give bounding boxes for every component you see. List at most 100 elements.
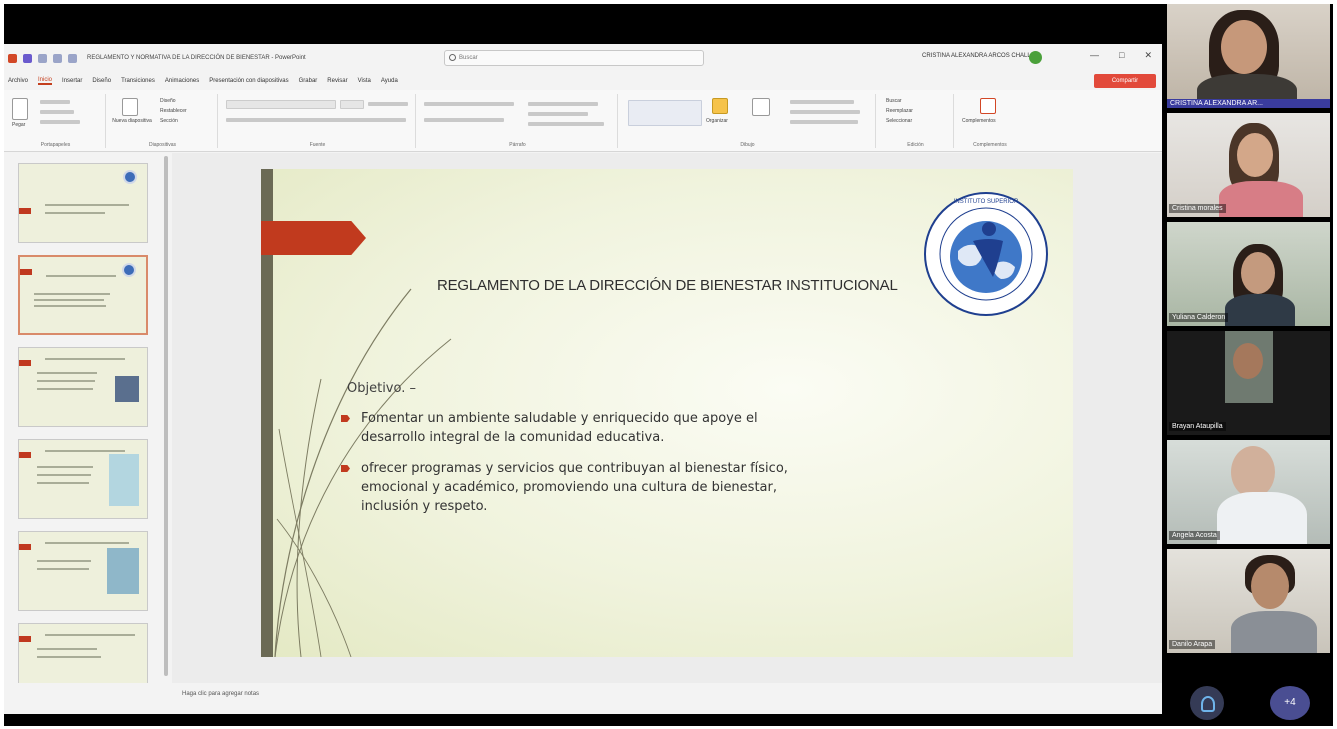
slide-thumbnail-2[interactable] (18, 255, 148, 335)
video-tile[interactable]: Danilo Arapa (1167, 549, 1330, 653)
participant-body (1219, 181, 1303, 217)
new-slide-icon[interactable] (122, 98, 138, 116)
group-label-drawing: Dibujo (740, 142, 755, 148)
layout-button[interactable]: Diseño (160, 98, 176, 104)
align-buttons[interactable] (424, 118, 504, 122)
font-family-select[interactable] (226, 100, 336, 109)
quick-access-toolbar (4, 53, 77, 63)
text-direction-button[interactable] (528, 102, 598, 106)
bullet-arrow-icon (341, 415, 350, 422)
tab-transiciones[interactable]: Transiciones (121, 78, 155, 84)
addins-label: Complementos (962, 118, 996, 124)
thumbnail-text (45, 204, 129, 206)
bullet-item[interactable]: ofrecer programas y servicios que contri… (341, 459, 811, 516)
thumbnail-text (37, 656, 101, 658)
tab-vista[interactable]: Vista (358, 78, 371, 84)
find-button[interactable]: Buscar (886, 98, 902, 104)
font-size-select[interactable] (340, 100, 364, 109)
select-button[interactable]: Seleccionar (886, 118, 912, 124)
tab-ayuda[interactable]: Ayuda (381, 78, 398, 84)
screen-frame: REGLAMENTO Y NORMATIVA DE LA DIRECCIÓN D… (4, 4, 1333, 726)
convert-smartart-button[interactable] (528, 122, 604, 126)
search-input[interactable]: Buscar (444, 50, 704, 66)
bullet-item[interactable]: Fomentar un ambiente saludable y enrique… (341, 409, 811, 447)
group-label-addins: Complementos (973, 142, 1007, 148)
slide-thumbnail-1[interactable] (18, 163, 148, 243)
ribbon-group-slides: Nueva diapositiva Diseño Restablecer Sec… (108, 94, 218, 148)
font-size-buttons[interactable] (368, 102, 408, 106)
format-painter-button[interactable] (40, 120, 80, 124)
slide-title-flag (261, 221, 366, 255)
thumbnail-logo (123, 170, 137, 184)
quick-styles-icon[interactable] (752, 98, 770, 116)
paste-label: Pegar (12, 122, 26, 128)
thumbnails-scrollbar[interactable] (164, 156, 168, 676)
save-icon[interactable] (23, 53, 32, 63)
arrange-icon[interactable] (712, 98, 728, 114)
participant-name: Danilo Arapa (1169, 640, 1216, 649)
video-tile[interactable]: Yuliana Calderon (1167, 222, 1330, 326)
participant-name: Cristina morales (1169, 204, 1226, 213)
search-placeholder: Buscar (459, 55, 478, 61)
shape-outline-button[interactable] (790, 110, 860, 114)
video-tile[interactable]: Brayan Ataupilla (1167, 331, 1330, 435)
participant-name: Angela Acosta (1169, 531, 1220, 540)
slide-canvas[interactable]: REGLAMENTO DE LA DIRECCIÓN DE BIENESTAR … (261, 169, 1073, 657)
slide-thumbnail-5[interactable] (18, 531, 148, 611)
video-tile[interactable]: Angela Acosta (1167, 440, 1330, 544)
slide-thumbnail-6[interactable] (18, 623, 148, 683)
thumbnail-text (37, 380, 95, 382)
close-button[interactable]: ✕ (1144, 50, 1152, 61)
thumbnail-flag (19, 452, 31, 458)
thumbnail-image (107, 548, 139, 594)
reset-button[interactable]: Restablecer (160, 108, 187, 114)
cut-button[interactable] (40, 100, 70, 104)
thumbnail-text (37, 388, 93, 390)
tab-archivo[interactable]: Archivo (8, 78, 28, 84)
bullet-arrow-icon (341, 465, 350, 472)
tab-grabar[interactable]: Grabar (299, 78, 318, 84)
participant-face (1231, 446, 1275, 498)
slide-thumbnail-3[interactable] (18, 347, 148, 427)
slide-title[interactable]: REGLAMENTO DE LA DIRECCIÓN DE BIENESTAR … (437, 277, 898, 294)
font-style-buttons[interactable] (226, 118, 406, 122)
tab-insertar[interactable]: Insertar (62, 78, 82, 84)
notes-pane[interactable]: Haga clic para agregar notas (4, 683, 1162, 714)
shapes-gallery[interactable] (628, 100, 702, 126)
customize-toolbar-icon[interactable] (68, 53, 77, 63)
share-button[interactable]: Compartir (1094, 74, 1156, 88)
replace-button[interactable]: Reemplazar (886, 108, 913, 114)
thumbnail-text (37, 560, 91, 562)
paste-icon[interactable] (12, 98, 28, 120)
tab-revisar[interactable]: Revisar (327, 78, 347, 84)
redo-icon[interactable] (53, 53, 62, 63)
tab-presentacion[interactable]: Presentación con diapositivas (209, 78, 288, 84)
group-label-clipboard: Portapapeles (40, 142, 71, 148)
align-text-button[interactable] (528, 112, 588, 116)
tab-diseno[interactable]: Diseño (92, 78, 111, 84)
shape-effects-button[interactable] (790, 120, 858, 124)
ribbon-group-drawing: Organizar Dibujo (620, 94, 876, 148)
thumbnail-text (46, 275, 116, 277)
shape-fill-button[interactable] (790, 100, 854, 104)
thumbnail-logo (122, 263, 136, 277)
copy-button[interactable] (40, 110, 74, 114)
participant-face (1241, 252, 1275, 294)
tab-inicio[interactable]: Inicio (38, 77, 53, 85)
objective-label[interactable]: Objetivo. – (347, 381, 416, 396)
addins-icon[interactable] (980, 98, 996, 114)
more-participants-button[interactable]: +4 (1270, 686, 1310, 720)
video-tile[interactable]: CRISTINA ALEXANDRA AR... (1167, 4, 1330, 108)
account-name[interactable]: CRISTINA ALEXANDRA ARCOS CHALLEN (922, 53, 1039, 59)
slide-thumbnail-4[interactable] (18, 439, 148, 519)
maximize-button[interactable]: □ (1119, 50, 1124, 61)
minimize-button[interactable]: — (1090, 50, 1099, 61)
participant-face (1233, 343, 1263, 379)
avatar[interactable] (1029, 51, 1042, 64)
list-buttons[interactable] (424, 102, 514, 106)
undo-icon[interactable] (38, 53, 47, 63)
section-button[interactable]: Sección (160, 118, 178, 124)
video-tile[interactable]: Cristina morales (1167, 113, 1330, 217)
camera-button[interactable] (1190, 686, 1224, 720)
tab-animaciones[interactable]: Animaciones (165, 78, 199, 84)
